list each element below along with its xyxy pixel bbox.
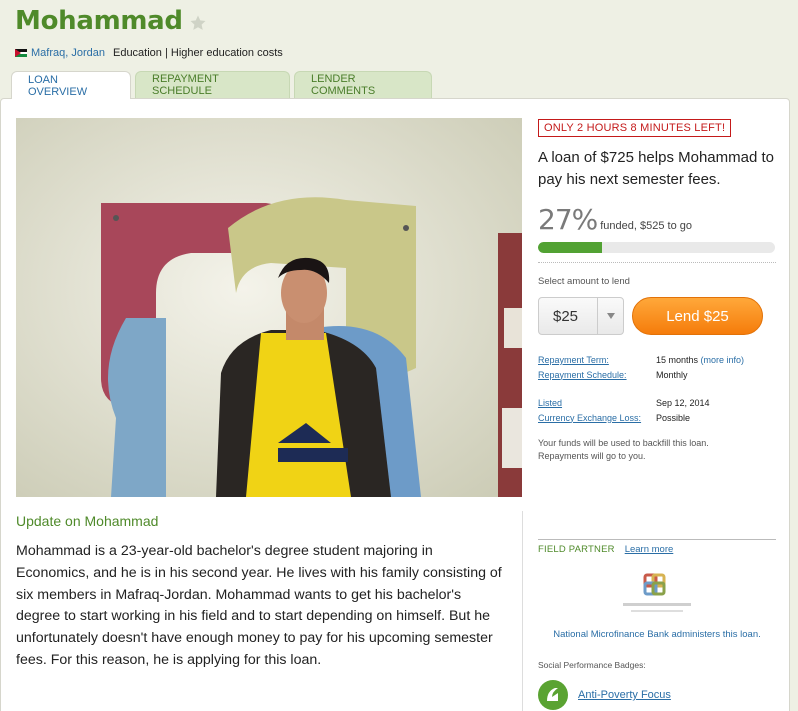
listed-link[interactable]: Listed — [538, 396, 656, 411]
repayment-term-value: 15 months (more info) — [656, 353, 744, 368]
funded-status: 27% funded, $525 to go — [538, 203, 776, 236]
borrower-name: Mohammad — [15, 6, 183, 36]
anti-poverty-badge-icon[interactable] — [538, 680, 568, 710]
funding-progress-bar — [538, 242, 775, 253]
partner-logo[interactable] — [617, 573, 697, 619]
partner-admin-link[interactable]: National Microfinance Bank administers t… — [538, 629, 776, 640]
borrower-story: Mohammad is a 23-year-old bachelor's deg… — [16, 543, 502, 668]
term-row: Repayment Schedule: Monthly — [538, 368, 776, 383]
learn-more-link[interactable]: Learn more — [625, 544, 674, 555]
lend-controls: $25 Lend $25 — [538, 297, 776, 335]
funded-remaining: funded, $525 to go — [600, 220, 692, 232]
divider — [538, 262, 776, 263]
funds-note-line: Repayments will go to you. — [538, 450, 646, 461]
borrower-meta: Mafraq, Jordan Education | Higher educat… — [15, 47, 283, 59]
repayment-schedule-value: Monthly — [656, 369, 688, 380]
column-divider — [522, 511, 523, 711]
currency-loss-link[interactable]: Currency Exchange Loss: — [538, 411, 656, 426]
term-row: Currency Exchange Loss: Possible — [538, 411, 776, 426]
amount-select[interactable]: $25 — [538, 297, 624, 335]
repayment-term-text: 15 months — [656, 355, 699, 365]
tab-lender-comments[interactable]: LENDER COMMENTS — [294, 71, 432, 98]
term-row: Repayment Term: 15 months (more info) — [538, 353, 776, 368]
funds-note-line: Your funds will be used to backfill this… — [538, 438, 709, 448]
anti-poverty-focus-link[interactable]: Anti-Poverty Focus — [578, 689, 671, 701]
jordan-flag-icon — [15, 49, 27, 57]
more-info-link[interactable]: (more info) — [701, 355, 745, 365]
currency-loss-value: Possible — [656, 412, 691, 423]
countdown-alert: ONLY 2 HOURS 8 MINUTES LEFT! — [538, 119, 732, 137]
repayment-schedule-link[interactable]: Repayment Schedule: — [538, 368, 656, 383]
borrower-photo — [16, 118, 522, 497]
sector-text: Education | Higher education costs — [112, 47, 283, 59]
loan-panel: ONLY 2 HOURS 8 MINUTES LEFT! A loan of $… — [0, 98, 790, 711]
field-partner-label: FIELD PARTNER — [538, 544, 615, 555]
amount-value: $25 — [553, 307, 579, 325]
tab-repayment-schedule[interactable]: REPAYMENT SCHEDULE — [135, 71, 290, 98]
field-partner-section: FIELD PARTNER Learn more National Microf… — [538, 539, 776, 710]
badges-label: Social Performance Badges: — [538, 660, 646, 670]
tab-loan-overview[interactable]: LOAN OVERVIEW — [11, 71, 131, 99]
borrower-header: Mohammad — [15, 6, 207, 36]
field-partner-header: FIELD PARTNER Learn more — [538, 544, 776, 555]
update-title: Update on Mohammad — [16, 513, 159, 529]
loan-summary: ONLY 2 HOURS 8 MINUTES LEFT! A loan of $… — [538, 118, 776, 462]
lend-button[interactable]: Lend $25 — [632, 297, 763, 335]
funds-note: Your funds will be used to backfill this… — [538, 437, 776, 462]
loan-terms: Repayment Term: 15 months (more info) Re… — [538, 353, 776, 425]
badge-item: Anti-Poverty Focus — [538, 680, 776, 710]
funding-progress-fill — [538, 242, 602, 253]
listed-value: Sep 12, 2014 — [656, 398, 710, 408]
funded-percent: 27% — [538, 203, 598, 236]
dropdown-arrow-icon[interactable] — [597, 298, 623, 334]
divider — [538, 539, 776, 540]
repayment-term-link[interactable]: Repayment Term: — [538, 353, 656, 368]
loan-tabs: LOAN OVERVIEW REPAYMENT SCHEDULE LENDER … — [11, 71, 436, 99]
select-amount-label: Select amount to lend — [538, 276, 630, 287]
term-row: Listed Sep 12, 2014 — [538, 396, 776, 411]
location-link[interactable]: Mafraq, Jordan — [31, 47, 105, 59]
favorite-star-icon[interactable] — [189, 14, 207, 32]
loan-headline: A loan of $725 helps Mohammad to pay his… — [538, 149, 774, 188]
